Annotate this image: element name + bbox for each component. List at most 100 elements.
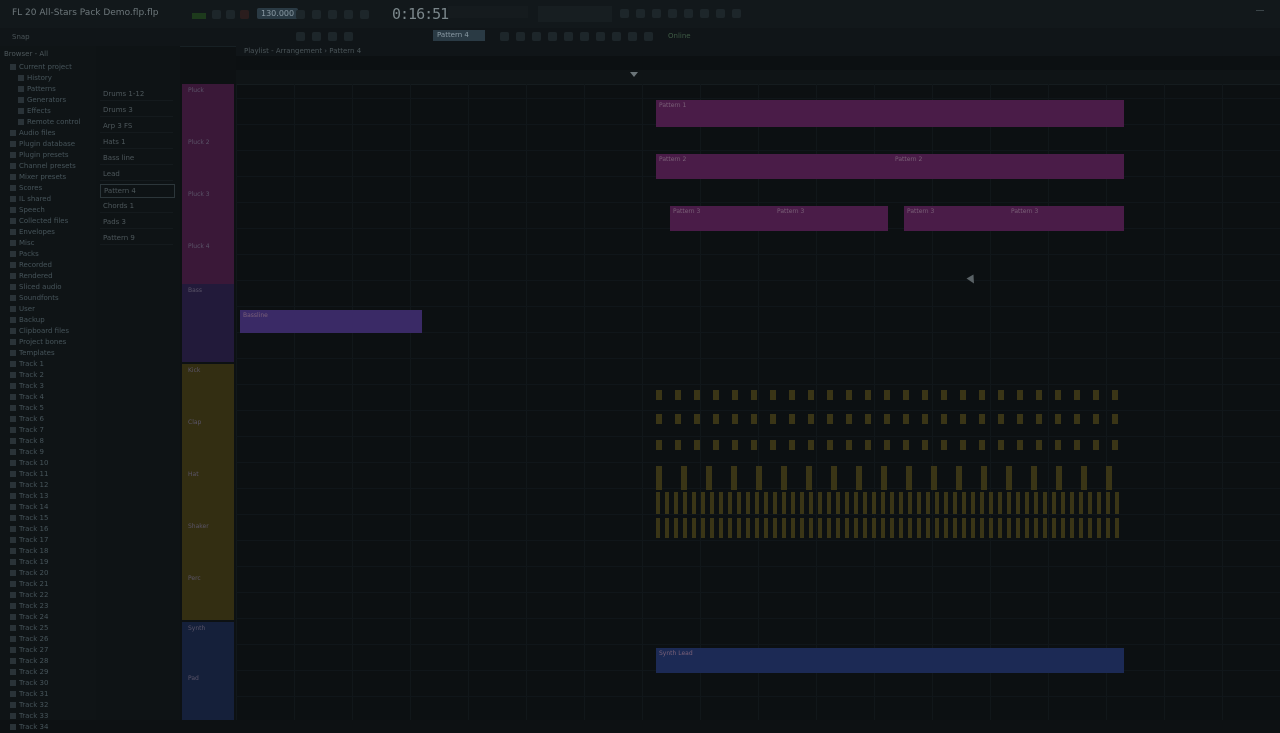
browser-item[interactable]: Envelopes	[10, 227, 55, 238]
drum-clip[interactable]	[764, 492, 768, 514]
drum-clip[interactable]	[751, 414, 757, 424]
drum-clip[interactable]	[764, 518, 768, 538]
drum-clip[interactable]	[732, 414, 738, 424]
playlist-clip[interactable]: Pattern 3	[670, 206, 774, 231]
drum-clip[interactable]	[710, 518, 714, 538]
drum-clip[interactable]	[694, 440, 700, 450]
drum-clip[interactable]	[1088, 518, 1092, 538]
drum-clip[interactable]	[846, 440, 852, 450]
drum-clip[interactable]	[1016, 492, 1020, 514]
drum-clip[interactable]	[960, 440, 966, 450]
browser-icon[interactable]	[684, 9, 693, 18]
drum-clip[interactable]	[944, 518, 948, 538]
drum-clip[interactable]	[694, 414, 700, 424]
drum-clip[interactable]	[872, 492, 876, 514]
project-info-icon[interactable]	[716, 9, 725, 18]
drum-clip[interactable]	[827, 518, 831, 538]
browser-item[interactable]: Track 26	[10, 634, 48, 645]
drum-clip[interactable]	[681, 466, 687, 490]
drum-clip[interactable]	[1036, 414, 1042, 424]
drum-clip[interactable]	[1007, 492, 1011, 514]
browser-item[interactable]: Track 6	[10, 414, 44, 425]
drum-clip[interactable]	[701, 492, 705, 514]
browser-item[interactable]: Track 7	[10, 425, 44, 436]
step-edit-icon[interactable]	[360, 10, 369, 19]
track-header[interactable]: Pluck 3	[182, 188, 234, 240]
drum-clip[interactable]	[1025, 492, 1029, 514]
browser-item[interactable]: Track 5	[10, 403, 44, 414]
save-icon[interactable]	[328, 32, 337, 41]
drum-clip[interactable]	[854, 492, 858, 514]
drum-clip[interactable]	[1036, 440, 1042, 450]
browser-item[interactable]: IL shared	[10, 194, 51, 205]
drum-clip[interactable]	[1093, 414, 1099, 424]
drum-clip[interactable]	[908, 492, 912, 514]
drum-clip[interactable]	[935, 518, 939, 538]
drum-clip[interactable]	[1031, 466, 1037, 490]
drum-clip[interactable]	[728, 492, 732, 514]
drum-clip[interactable]	[1061, 518, 1065, 538]
browser-item[interactable]: Track 25	[10, 623, 48, 634]
drum-clip[interactable]	[1006, 466, 1012, 490]
browser-item[interactable]: Track 15	[10, 513, 48, 524]
drum-clip[interactable]	[854, 518, 858, 538]
drum-clip[interactable]	[863, 492, 867, 514]
drum-clip[interactable]	[926, 518, 930, 538]
drum-clip[interactable]	[979, 390, 985, 400]
drum-clip[interactable]	[1043, 518, 1047, 538]
drum-clip[interactable]	[706, 466, 712, 490]
drum-clip[interactable]	[1070, 492, 1074, 514]
drum-clip[interactable]	[881, 492, 885, 514]
drum-clip[interactable]	[692, 492, 696, 514]
browser-item[interactable]: Mixer presets	[10, 172, 66, 183]
browser-item[interactable]: Speech	[10, 205, 45, 216]
drum-clip[interactable]	[1097, 518, 1101, 538]
tempo-display[interactable]: 130.000	[257, 8, 299, 19]
drum-clip[interactable]	[809, 518, 813, 538]
browser-item[interactable]: Clipboard files	[10, 326, 69, 337]
drum-clip[interactable]	[1106, 518, 1110, 538]
drum-clip[interactable]	[1106, 492, 1110, 514]
pattern-item[interactable]: Arp 3 FS	[100, 120, 173, 133]
drum-clip[interactable]	[941, 390, 947, 400]
drum-clip[interactable]	[971, 492, 975, 514]
playhead-marker[interactable]	[630, 72, 638, 77]
drum-clip[interactable]	[998, 390, 1004, 400]
drum-clip[interactable]	[1081, 466, 1087, 490]
browser-item[interactable]: Plugin presets	[10, 150, 68, 161]
playlist-clip[interactable]: Pattern 1	[656, 100, 1124, 127]
browser-item[interactable]: Sliced audio	[10, 282, 62, 293]
drum-clip[interactable]	[960, 414, 966, 424]
browser-item[interactable]: Effects	[18, 106, 51, 117]
drum-clip[interactable]	[719, 492, 723, 514]
drum-clip[interactable]	[692, 518, 696, 538]
browser-item[interactable]: Track 17	[10, 535, 48, 546]
drum-clip[interactable]	[998, 492, 1002, 514]
drum-clip[interactable]	[1079, 492, 1083, 514]
drum-clip[interactable]	[989, 492, 993, 514]
drum-clip[interactable]	[863, 518, 867, 538]
browser-item[interactable]: Misc	[10, 238, 34, 249]
drum-clip[interactable]	[1017, 414, 1023, 424]
browser-item[interactable]: Track 3	[10, 381, 44, 392]
browser-item[interactable]: Track 13	[10, 491, 48, 502]
slice-tool-icon[interactable]	[612, 32, 621, 41]
drum-clip[interactable]	[953, 518, 957, 538]
drum-clip[interactable]	[922, 440, 928, 450]
browser-item[interactable]: Track 27	[10, 645, 48, 656]
browser-item[interactable]: History	[18, 73, 52, 84]
drum-clip[interactable]	[1034, 492, 1038, 514]
drum-clip[interactable]	[1115, 492, 1119, 514]
pattern-item[interactable]: Hats 1	[100, 136, 173, 149]
drum-clip[interactable]	[782, 518, 786, 538]
drum-clip[interactable]	[899, 518, 903, 538]
drum-clip[interactable]	[731, 466, 737, 490]
drum-clip[interactable]	[831, 466, 837, 490]
drum-clip[interactable]	[1112, 414, 1118, 424]
drum-clip[interactable]	[755, 492, 759, 514]
drum-clip[interactable]	[809, 492, 813, 514]
browser-item[interactable]: Track 10	[10, 458, 48, 469]
drum-clip[interactable]	[971, 518, 975, 538]
drum-clip[interactable]	[1097, 492, 1101, 514]
drum-clip[interactable]	[845, 518, 849, 538]
